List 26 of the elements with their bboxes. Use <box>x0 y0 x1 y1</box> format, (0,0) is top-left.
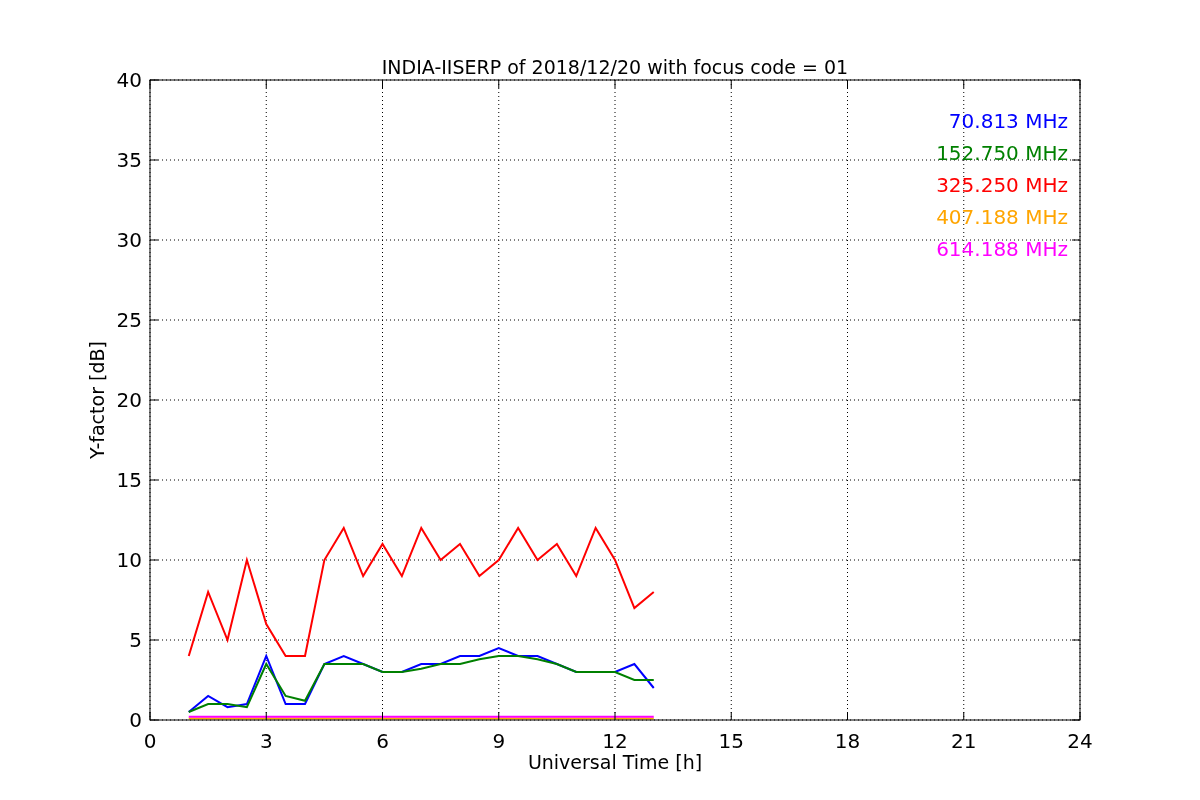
legend-label: 407.188 MHz <box>936 205 1068 229</box>
x-tick-label: 3 <box>259 729 273 753</box>
y-axis-label: Y-factor [dB] <box>86 341 108 459</box>
y-tick-label: 40 <box>116 68 142 92</box>
y-tick-label: 25 <box>116 308 142 332</box>
y-tick-label: 5 <box>129 628 142 652</box>
x-tick-label: 21 <box>951 729 977 753</box>
y-tick-label: 0 <box>129 708 142 732</box>
legend-label: 325.250 MHz <box>936 173 1068 197</box>
y-tick-label: 30 <box>116 228 142 252</box>
x-tick-label: 24 <box>1067 729 1093 753</box>
y-tick-label: 15 <box>116 468 142 492</box>
x-tick-label: 9 <box>492 729 506 753</box>
legend-label: 614.188 MHz <box>936 237 1068 261</box>
y-tick-label: 10 <box>116 548 142 572</box>
x-tick-label: 15 <box>718 729 744 753</box>
x-tick-label: 12 <box>602 729 628 753</box>
legend-label: 70.813 MHz <box>948 109 1068 133</box>
y-tick-label: 20 <box>116 388 142 412</box>
chart-title: INDIA-IISERP of 2018/12/20 with focus code = 01 <box>381 56 849 78</box>
x-tick-label: 18 <box>834 729 861 753</box>
x-tick-label: 0 <box>143 729 157 753</box>
legend-label: 152.750 MHz <box>936 141 1068 165</box>
y-tick-label: 35 <box>116 148 142 172</box>
x-tick-label: 6 <box>376 729 389 753</box>
x-axis-label: Universal Time [h] <box>527 751 703 773</box>
